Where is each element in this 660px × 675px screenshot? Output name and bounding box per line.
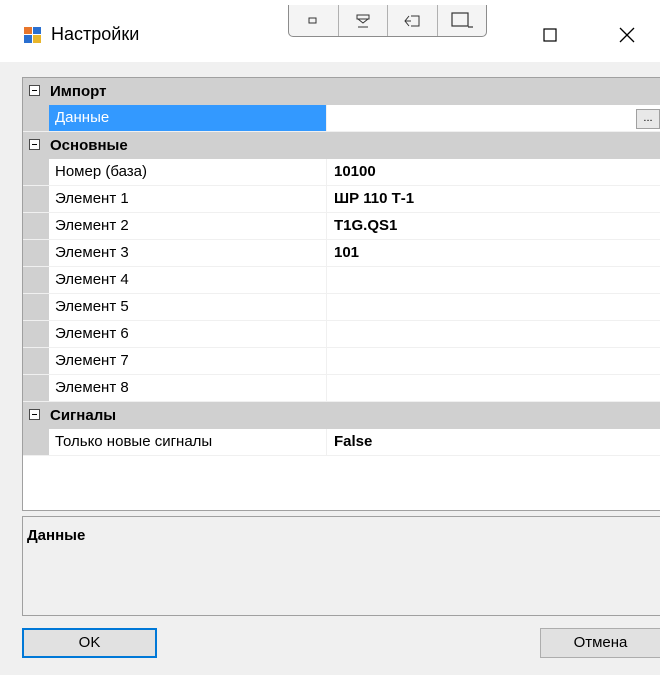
maximize-icon bbox=[543, 28, 557, 42]
property-name[interactable]: Элемент 4 bbox=[49, 267, 327, 293]
dialog-client-area: Импорт Данные ... Основные Номер (база) … bbox=[0, 62, 660, 675]
help-title: Данные bbox=[27, 527, 86, 544]
property-name[interactable]: Элемент 5 bbox=[49, 294, 327, 320]
property-value[interactable]: T1G.QS1 bbox=[328, 213, 660, 239]
help-panel: Данные bbox=[22, 516, 660, 616]
property-row[interactable]: Элемент 5 bbox=[23, 294, 660, 321]
collapse-icon[interactable] bbox=[29, 139, 40, 150]
collapse-icon[interactable] bbox=[29, 409, 40, 420]
property-name[interactable]: Элемент 2 bbox=[49, 213, 327, 239]
property-value[interactable] bbox=[328, 294, 660, 320]
property-name[interactable]: Данные bbox=[49, 105, 327, 131]
property-row[interactable]: Элемент 3 101 bbox=[23, 240, 660, 267]
property-grid[interactable]: Импорт Данные ... Основные Номер (база) … bbox=[22, 77, 660, 511]
category-signals[interactable]: Сигналы bbox=[23, 402, 660, 429]
property-row[interactable]: Только новые сигналы False bbox=[23, 429, 660, 456]
maximize-button[interactable] bbox=[527, 20, 573, 50]
cancel-button[interactable]: Отмена bbox=[540, 628, 660, 658]
property-name[interactable]: Элемент 3 bbox=[49, 240, 327, 266]
close-icon bbox=[619, 27, 635, 43]
snap-collapse-icon[interactable] bbox=[339, 5, 388, 36]
property-value[interactable] bbox=[328, 105, 660, 131]
property-value[interactable] bbox=[328, 375, 660, 401]
property-row-data[interactable]: Данные ... bbox=[23, 105, 660, 132]
property-row[interactable]: Элемент 1 ШР 110 Т-1 bbox=[23, 186, 660, 213]
property-row[interactable]: Элемент 8 bbox=[23, 375, 660, 402]
property-name[interactable]: Элемент 6 bbox=[49, 321, 327, 347]
property-value[interactable]: 10100 bbox=[328, 159, 660, 185]
close-button[interactable] bbox=[604, 20, 650, 50]
property-name[interactable]: Элемент 1 bbox=[49, 186, 327, 212]
category-label: Сигналы bbox=[50, 407, 117, 424]
property-value[interactable]: False bbox=[328, 429, 660, 455]
property-value[interactable] bbox=[328, 267, 660, 293]
property-name[interactable]: Элемент 7 bbox=[49, 348, 327, 374]
category-label: Основные bbox=[50, 137, 128, 154]
snap-toolbar bbox=[288, 5, 487, 37]
category-label: Импорт bbox=[50, 83, 107, 100]
property-name[interactable]: Только новые сигналы bbox=[49, 429, 327, 455]
app-window-icon bbox=[24, 27, 41, 43]
property-value[interactable]: 101 bbox=[328, 240, 660, 266]
title-bar: Настройки bbox=[0, 0, 660, 62]
property-row[interactable]: Номер (база) 10100 bbox=[23, 159, 660, 186]
browse-button[interactable]: ... bbox=[636, 109, 660, 129]
snap-window-icon[interactable] bbox=[438, 5, 487, 36]
property-row[interactable]: Элемент 2 T1G.QS1 bbox=[23, 213, 660, 240]
property-name[interactable]: Номер (база) bbox=[49, 159, 327, 185]
snap-restore-icon[interactable] bbox=[388, 5, 438, 36]
property-name[interactable]: Элемент 8 bbox=[49, 375, 327, 401]
category-import[interactable]: Импорт bbox=[23, 78, 660, 105]
property-row[interactable]: Элемент 4 bbox=[23, 267, 660, 294]
snap-small-icon[interactable] bbox=[289, 5, 339, 36]
property-row[interactable]: Элемент 6 bbox=[23, 321, 660, 348]
category-main[interactable]: Основные bbox=[23, 132, 660, 159]
ok-button[interactable]: OK bbox=[22, 628, 157, 658]
window-title: Настройки bbox=[51, 24, 140, 44]
property-row[interactable]: Элемент 7 bbox=[23, 348, 660, 375]
property-value[interactable]: ШР 110 Т-1 bbox=[328, 186, 660, 212]
collapse-icon[interactable] bbox=[29, 85, 40, 96]
property-value[interactable] bbox=[328, 348, 660, 374]
property-value[interactable] bbox=[328, 321, 660, 347]
